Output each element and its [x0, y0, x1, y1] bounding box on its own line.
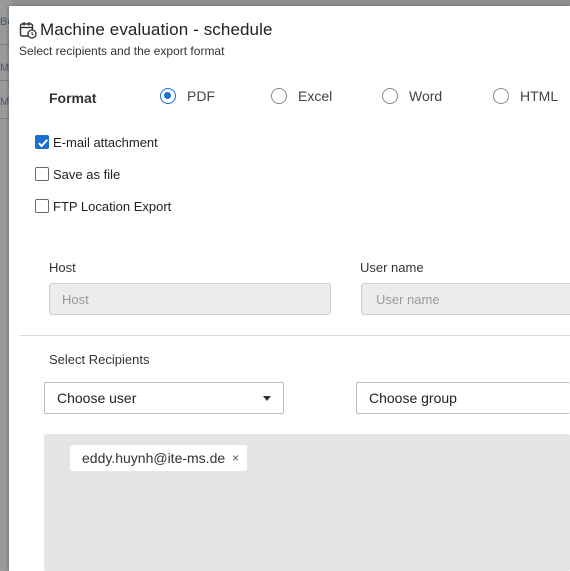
format-option-label: Word [409, 88, 443, 104]
dialog-subtitle: Select recipients and the export format [19, 44, 225, 58]
background-text: M [0, 62, 10, 74]
host-label: Host [49, 260, 76, 275]
recipients-tag-area[interactable]: eddy.huynh@ite-ms.de × [44, 434, 570, 571]
caret-down-icon [263, 396, 271, 401]
format-option-word[interactable]: Word [382, 88, 442, 104]
format-option-html[interactable]: HTML [493, 88, 558, 104]
delivery-options: E-mail attachment Save as file FTP Locat… [35, 126, 171, 222]
dialog-header: Machine evaluation - schedule Select rec… [19, 20, 570, 58]
ftp-export-checkbox[interactable] [35, 199, 49, 213]
recipient-email: eddy.huynh@ite-ms.de [82, 450, 226, 466]
ftp-export-option[interactable]: FTP Location Export [35, 190, 171, 222]
email-attachment-checkbox[interactable] [35, 135, 49, 149]
email-attachment-label: E-mail attachment [53, 134, 158, 150]
format-option-label: Excel [298, 88, 333, 104]
format-option-excel[interactable]: Excel [271, 88, 332, 104]
email-attachment-option[interactable]: E-mail attachment [35, 126, 171, 158]
save-as-file-checkbox[interactable] [35, 167, 49, 181]
select-recipients-label: Select Recipients [49, 352, 150, 367]
user-name-input[interactable] [361, 283, 570, 315]
choose-user-value: Choose user [57, 390, 137, 406]
save-as-file-label: Save as file [53, 166, 121, 182]
radio-button[interactable] [160, 88, 176, 104]
section-divider [19, 335, 570, 336]
save-as-file-option[interactable]: Save as file [35, 158, 171, 190]
choose-group-select[interactable]: Choose group [356, 382, 570, 414]
radio-button[interactable] [271, 88, 287, 104]
format-option-label: HTML [520, 88, 559, 104]
choose-group-value: Choose group [369, 390, 457, 406]
host-input[interactable] [49, 283, 331, 315]
dialog-title: Machine evaluation - schedule [40, 20, 273, 39]
background-text: M [0, 96, 10, 108]
radio-button[interactable] [382, 88, 398, 104]
recipient-tag: eddy.huynh@ite-ms.de × [70, 445, 248, 471]
user-name-label: User name [360, 260, 424, 275]
format-option-pdf[interactable]: PDF [160, 88, 215, 104]
radio-button[interactable] [493, 88, 509, 104]
format-selector: Format PDF Excel Word HTML [49, 88, 570, 108]
close-icon[interactable]: × [232, 451, 239, 465]
checkmark-icon [38, 139, 48, 148]
ftp-export-label: FTP Location Export [53, 198, 172, 214]
format-option-label: PDF [187, 88, 215, 104]
choose-user-select[interactable]: Choose user [44, 382, 284, 414]
schedule-dialog: Machine evaluation - schedule Select rec… [9, 6, 570, 571]
calendar-clock-icon [19, 21, 37, 39]
format-label: Format [49, 90, 97, 106]
